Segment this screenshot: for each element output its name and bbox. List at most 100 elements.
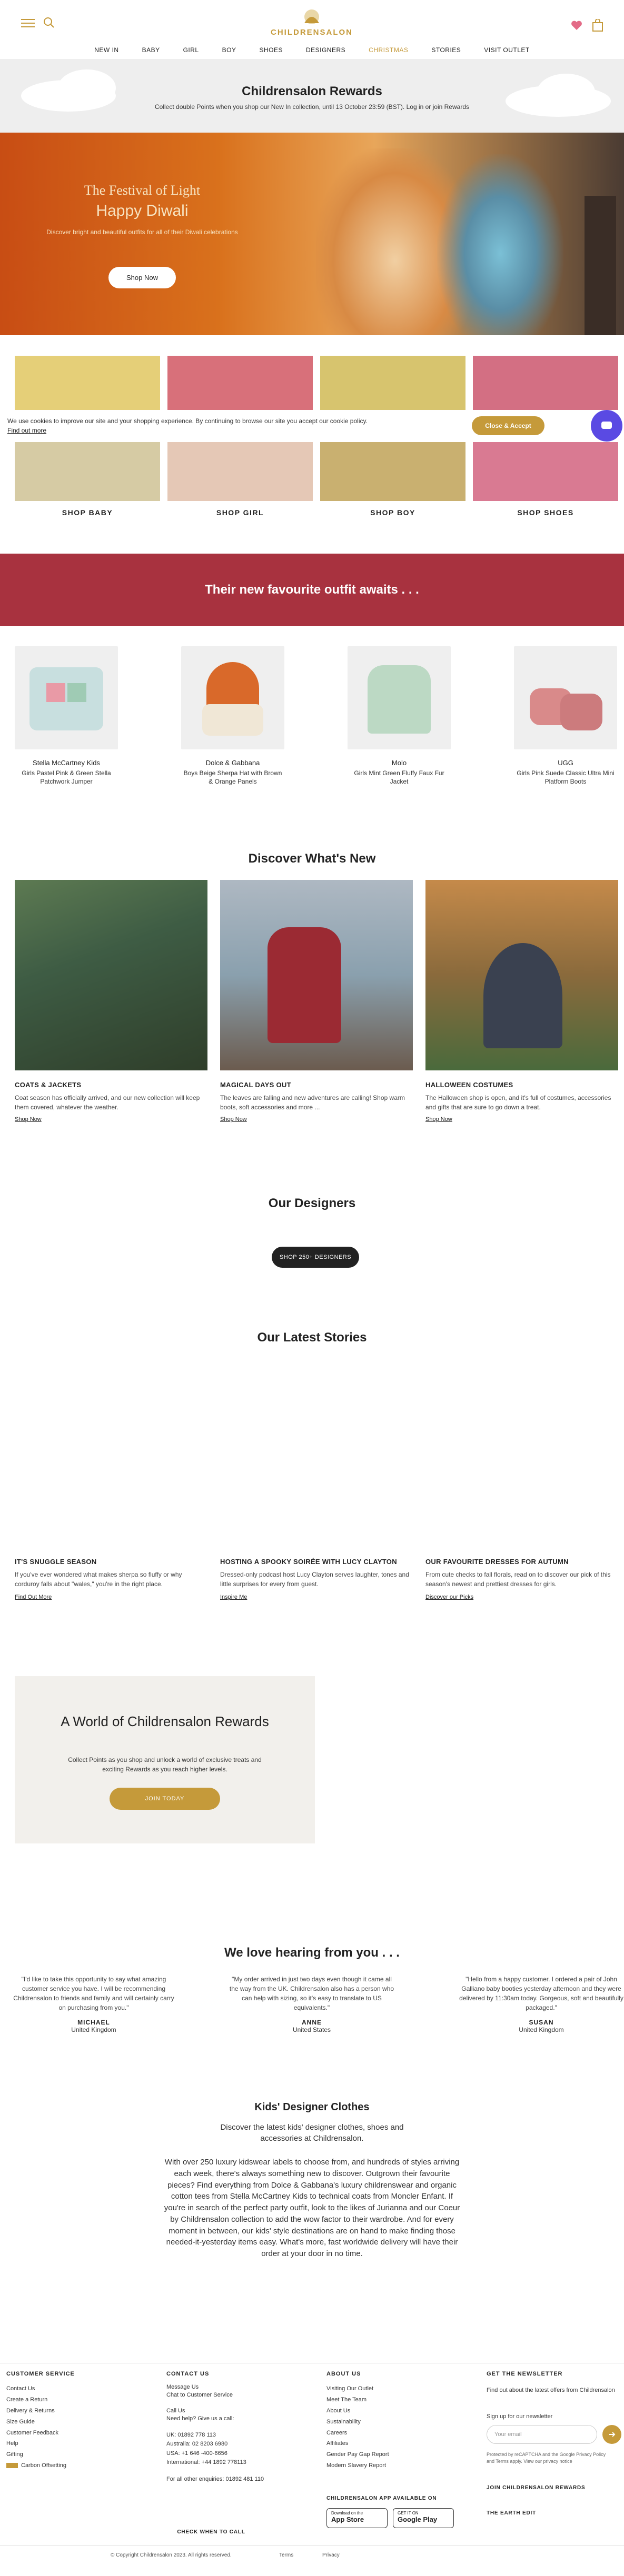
story-card[interactable]: OUR FAVOURITE DRESSES FOR AUTUMN From cu… (425, 1558, 618, 1600)
footer-link[interactable]: Create a Return (6, 2394, 148, 2405)
nav-designers[interactable]: DESIGNERS (294, 46, 357, 54)
carbon-badge-icon (6, 2463, 18, 2469)
product-card[interactable]: UGG Girls Pink Suede Classic Ultra Mini … (514, 646, 617, 786)
story-card[interactable]: IT'S SNUGGLE SEASON If you've ever wonde… (15, 1558, 207, 1600)
story-link[interactable]: Discover our Picks (425, 1594, 618, 1600)
discover-text: The leaves are falling and new adventure… (220, 1094, 405, 1111)
category-image-girl[interactable] (167, 356, 313, 410)
footer-link[interactable]: Customer Feedback (6, 2428, 148, 2439)
testimonial-country: United Kingdom (519, 2026, 564, 2033)
earth-edit-link[interactable]: THE EARTH EDIT (487, 2510, 536, 2516)
footer-phone[interactable]: International: +44 1892 778113 (166, 2458, 309, 2468)
category-image-baby-lower[interactable] (15, 442, 160, 501)
nav-visit-outlet[interactable]: VISIT OUTLET (472, 46, 541, 54)
category-image-baby[interactable] (15, 356, 160, 410)
crest-icon (304, 9, 319, 24)
footer-link[interactable]: Visiting Our Outlet (326, 2383, 469, 2394)
footer-link[interactable]: Sustainability (326, 2417, 469, 2428)
category-label-baby[interactable]: SHOP BABY (15, 508, 160, 517)
footer-link[interactable]: Size Guide (6, 2417, 148, 2428)
search-icon[interactable] (43, 17, 55, 28)
footer-link[interactable]: Help (6, 2438, 148, 2449)
product-card[interactable]: Molo Girls Mint Green Fluffy Faux Fur Ja… (348, 646, 451, 786)
footer-phone[interactable]: For all other enquiries: 01892 481 110 (166, 2475, 309, 2484)
footer-link[interactable]: Modern Slavery Report (326, 2460, 469, 2471)
join-rewards-button[interactable]: JOIN TODAY (110, 1788, 220, 1810)
discover-card[interactable]: COATS & JACKETS Coat season has official… (15, 880, 207, 1122)
cookie-find-out-more-link[interactable]: Find out more (7, 427, 46, 434)
nav-boy[interactable]: BOY (211, 46, 248, 54)
testimonial-country: United Kingdom (71, 2026, 116, 2033)
nav-stories[interactable]: STORIES (420, 46, 472, 54)
discover-card[interactable]: MAGICAL DAYS OUT The leaves are falling … (220, 880, 413, 1122)
category-label-girl[interactable]: SHOP GIRL (167, 508, 313, 517)
discover-link[interactable]: Shop Now (425, 1116, 618, 1122)
footer-link[interactable]: Gifting (6, 2449, 148, 2460)
discover-title: Discover What's New (248, 851, 376, 866)
category-image-boy[interactable] (320, 356, 465, 410)
footer-link[interactable]: Contact Us (6, 2383, 148, 2394)
nav-baby[interactable]: BABY (131, 46, 172, 54)
footer-link[interactable]: Gender Pay Gap Report (326, 2449, 469, 2460)
category-image-boy-lower[interactable] (320, 442, 465, 501)
category-image-girl-lower[interactable] (167, 442, 313, 501)
bag-icon[interactable] (592, 18, 603, 34)
logo-text: CHILDRENSALON (271, 28, 353, 37)
footer-phone[interactable]: UK: 01892 778 113 (166, 2431, 309, 2440)
logo[interactable]: CHILDRENSALON (259, 7, 364, 37)
hero-shop-now-button[interactable]: Shop Now (108, 267, 176, 288)
discover-image[interactable] (425, 880, 618, 1070)
discover-link[interactable]: Shop Now (15, 1116, 207, 1122)
hero-banner[interactable]: The Festival of Light Happy Diwali Disco… (0, 133, 624, 335)
footer-link[interactable]: About Us (326, 2405, 469, 2417)
chat-button[interactable] (591, 410, 622, 442)
discover-card[interactable]: HALLOWEEN COSTUMES The Halloween shop is… (425, 880, 618, 1122)
product-image[interactable] (15, 646, 118, 749)
newsletter-email-input[interactable]: Your email (487, 2425, 597, 2444)
testimonial-country: United States (292, 2026, 331, 2033)
story-link[interactable]: Inspire Me (220, 1594, 413, 1600)
category-label-boy[interactable]: SHOP BOY (320, 508, 465, 517)
footer-phone[interactable]: USA: +1 646 -400-6656 (166, 2449, 309, 2459)
nav-girl[interactable]: GIRL (172, 46, 211, 54)
footer-link[interactable]: Affiliates (326, 2438, 469, 2449)
testimonial-name: SUSAN (529, 2019, 554, 2026)
shop-designers-button[interactable]: SHOP 250+ DESIGNERS (272, 1247, 359, 1268)
discover-image[interactable] (220, 880, 413, 1070)
nav-shoes[interactable]: SHOES (247, 46, 294, 54)
footer-link-carbon[interactable]: Carbon Offsetting (6, 2460, 148, 2471)
category-image-shoes[interactable] (473, 356, 618, 410)
discover-link[interactable]: Shop Now (220, 1116, 413, 1122)
footer-link[interactable]: Delivery & Returns (6, 2405, 148, 2417)
footer-phone[interactable]: Australia: 02 8203 6980 (166, 2440, 309, 2449)
discover-image[interactable] (15, 880, 207, 1070)
footer-link[interactable]: Careers (326, 2428, 469, 2439)
story-card[interactable]: HOSTING A SPOOKY SOIRÉE WITH LUCY CLAYTO… (220, 1558, 413, 1600)
footer-link[interactable]: Call Us (166, 2407, 309, 2415)
category-image-shoes-lower[interactable] (473, 442, 618, 501)
app-store-button[interactable]: Download on the App Store (326, 2508, 388, 2528)
footer-link[interactable]: Message Us (166, 2383, 309, 2391)
discover-heading: MAGICAL DAYS OUT (220, 1081, 291, 1089)
product-image[interactable] (348, 646, 451, 749)
product-card[interactable]: Stella McCartney Kids Girls Pastel Pink … (15, 646, 118, 786)
story-link[interactable]: Find Out More (15, 1594, 207, 1600)
category-label-shoes[interactable]: SHOP SHOES (473, 508, 618, 517)
product-image[interactable] (181, 646, 284, 749)
product-card[interactable]: Dolce & Gabbana Boys Beige Sherpa Hat wi… (181, 646, 284, 786)
terms-link[interactable]: Terms (279, 2552, 293, 2558)
newsletter-submit-button[interactable] (602, 2425, 621, 2444)
footer-link[interactable]: Meet The Team (326, 2394, 469, 2405)
menu-icon[interactable] (21, 18, 35, 28)
cookie-accept-button[interactable]: Close & Accept (472, 416, 544, 435)
wishlist-icon[interactable] (571, 20, 582, 33)
nav-new-in[interactable]: NEW IN (83, 46, 130, 54)
nav-christmas[interactable]: CHRISTMAS (357, 46, 420, 54)
join-rewards-link[interactable]: JOIN CHILDRENSALON REWARDS (487, 2485, 585, 2491)
check-when-to-call-button[interactable]: CHECK WHEN TO CALL (166, 2529, 256, 2535)
product-image[interactable] (514, 646, 617, 749)
hero-subtitle: Discover bright and beautiful outfits fo… (46, 228, 238, 236)
privacy-link[interactable]: Privacy (322, 2552, 340, 2558)
rewards-text[interactable]: Collect double Points when you shop our … (0, 103, 624, 111)
google-play-button[interactable]: GET IT ON Google Play (393, 2508, 454, 2528)
